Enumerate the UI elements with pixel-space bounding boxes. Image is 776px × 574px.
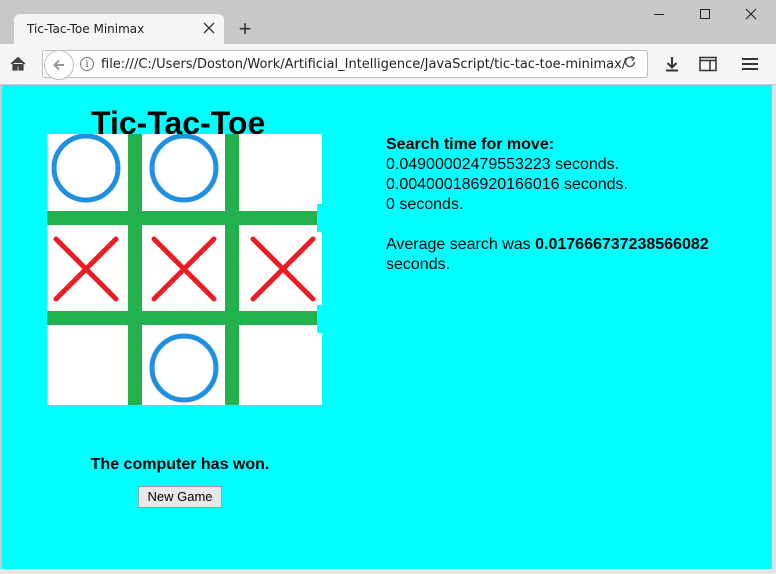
maximize-button[interactable] [682, 0, 728, 30]
new-game-button[interactable]: New Game [138, 486, 222, 508]
back-button[interactable] [44, 50, 74, 80]
url-text[interactable]: file:///C:/Users/Doston/Work/Artificial_… [101, 57, 631, 72]
info-icon[interactable]: i [80, 57, 94, 71]
search-time-heading: Search time for move: [386, 136, 555, 153]
minimize-button[interactable] [636, 0, 682, 30]
menu-icon[interactable] [736, 50, 764, 78]
empty-cell-0-2[interactable] [245, 134, 321, 204]
empty-cell-2-2[interactable] [245, 332, 321, 404]
search-time-2: 0.004000186920166016 seconds. [386, 176, 628, 193]
empty-cell-2-0[interactable] [48, 332, 124, 404]
game-board [47, 134, 322, 405]
board-edge-notch [317, 204, 322, 232]
grid-line-horizontal-1 [47, 211, 322, 225]
average-value: 0.017666737238566082 [535, 236, 709, 253]
navigation-toolbar: i file:///C:/Users/Doston/Work/Artificia… [0, 44, 776, 85]
url-bar[interactable]: i file:///C:/Users/Doston/Work/Artificia… [42, 50, 648, 80]
home-icon[interactable] [4, 50, 32, 78]
tab-strip: Tic-Tac-Toe Minimax + [0, 0, 776, 44]
search-info-panel: Search time for move: 0.0490000247955322… [386, 135, 746, 275]
browser-window: Tic-Tac-Toe Minimax + i file:///C:/Users… [0, 0, 776, 574]
status-edge [0, 569, 776, 574]
download-icon[interactable] [658, 50, 686, 78]
average-suffix: seconds. [386, 256, 451, 273]
reload-icon[interactable] [621, 55, 639, 73]
grid-line-vertical-2 [225, 134, 239, 405]
search-time-3: 0 seconds. [386, 196, 464, 213]
game-status: The computer has won. [90, 456, 270, 473]
search-time-1: 0.04900002479553223 seconds. [386, 156, 620, 173]
board-edge-notch [317, 305, 322, 333]
average-prefix: Average search was [386, 236, 536, 253]
new-tab-button[interactable]: + [234, 18, 256, 40]
back-arrow-icon [53, 59, 64, 71]
page-content: Tic-Tac-Toe The computer has won. New Ga… [2, 85, 772, 569]
grid-line-vertical-1 [128, 134, 142, 405]
grid-line-horizontal-2 [47, 311, 322, 325]
sidebar-icon[interactable] [694, 50, 722, 78]
window-close-button[interactable] [728, 0, 774, 30]
close-icon[interactable] [200, 19, 218, 37]
average-search: Average search was 0.017666737238566082 [386, 235, 746, 255]
scroll-edge [772, 85, 776, 569]
tab-active[interactable]: Tic-Tac-Toe Minimax [14, 14, 224, 44]
tab-title: Tic-Tac-Toe Minimax [27, 22, 145, 36]
